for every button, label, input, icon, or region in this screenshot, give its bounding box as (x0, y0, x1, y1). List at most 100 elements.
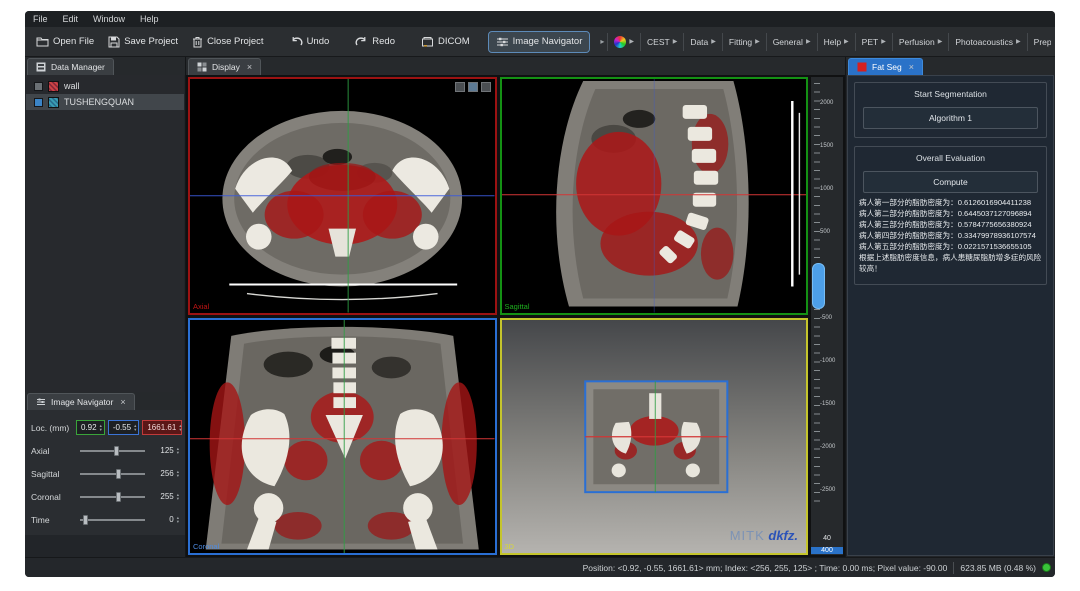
status-bar: Position: <0.92, -0.55, 1661.61> mm; Ind… (25, 557, 1055, 577)
axial-view-label: Axial (193, 302, 209, 311)
location-y-spinbox[interactable]: -0.55▴▾ (108, 420, 140, 435)
visibility-checkbox[interactable] (34, 82, 43, 91)
close-project-button[interactable]: Close Project (185, 32, 271, 52)
image-navigator-button[interactable]: Image Navigator (489, 32, 590, 52)
scale-label: -2500 (820, 487, 842, 493)
spinner-arrows-icon[interactable]: ▴▾ (134, 424, 136, 432)
redo-arrow-icon (355, 36, 368, 48)
slider-thumb[interactable] (83, 515, 88, 525)
sagittal-slider[interactable] (80, 473, 145, 475)
data-node-tushengquan[interactable]: TUSHENGQUAN (26, 94, 184, 110)
close-icon[interactable]: × (909, 62, 914, 72)
redo-button[interactable]: Redo (348, 32, 402, 52)
menu-help[interactable]: Help (140, 14, 159, 24)
axial-viewport[interactable]: Axial (188, 77, 497, 315)
layout-menu-icon[interactable] (468, 82, 478, 92)
time-slider[interactable] (80, 519, 145, 521)
spinner-arrows-icon[interactable]: ▴▾ (177, 516, 179, 524)
sagittal-slider-value: 256 (152, 469, 174, 478)
mitk-logo-text: MITK (730, 528, 765, 543)
location-z-value: 1661.61 (147, 423, 176, 432)
coronal-ct-image (190, 320, 495, 554)
slider-thumb[interactable] (114, 446, 119, 456)
coronal-slider[interactable] (80, 496, 145, 498)
result-line: 病人第三部分的脂肪密度为：0.5784775656380924 (859, 219, 1044, 230)
open-file-button[interactable]: Open File (29, 32, 101, 51)
spinner-arrows-icon[interactable]: ▴▾ (177, 493, 179, 501)
save-project-label: Save Project (124, 36, 178, 47)
level-value[interactable]: 40 (811, 535, 843, 542)
time-slider-label: Time (31, 515, 73, 525)
toolbar-overflow-arrow-icon[interactable]: ▸ (597, 37, 607, 46)
level-window-handle[interactable] (812, 263, 825, 309)
viewport-grid: Axial (186, 75, 845, 557)
compute-button[interactable]: Compute (863, 171, 1038, 193)
display-tab-icon (197, 62, 207, 72)
image-navigator-tab-label: Image Navigator (51, 397, 113, 407)
spinner-arrows-icon[interactable]: ▴▾ (100, 424, 102, 432)
visibility-checkbox[interactable] (34, 98, 43, 107)
location-y-value: -0.55 (113, 423, 131, 432)
open-folder-icon (36, 36, 49, 47)
spinner-arrows-icon[interactable]: ▴▾ (179, 424, 181, 432)
threed-viewport[interactable]: MITK dkfz. 3D (500, 318, 809, 556)
menu-preprocessing[interactable]: Preprocessing▶ (1027, 33, 1051, 51)
menubar: File Edit Window Help (25, 11, 1055, 27)
menu-file[interactable]: File (33, 14, 48, 24)
window-value[interactable]: 400 (811, 547, 843, 554)
coronal-viewport[interactable]: Coronal (188, 318, 497, 556)
menu-perfusion-label: Perfusion (899, 37, 935, 47)
scale-label: -1000 (820, 358, 842, 364)
dicom-folder-icon (421, 36, 434, 48)
menu-general[interactable]: General▶ (766, 33, 817, 51)
menu-fitting[interactable]: Fitting▶ (722, 33, 766, 51)
image-node-icon (48, 81, 59, 92)
close-icon[interactable]: × (247, 62, 252, 72)
fat-seg-tab-icon (857, 62, 867, 72)
dicom-button[interactable]: DICOM (414, 32, 477, 52)
tab-fat-seg[interactable]: Fat Seg × (848, 58, 923, 75)
location-z-spinbox[interactable]: 1661.61▴▾ (142, 420, 182, 435)
undo-arrow-icon (290, 36, 303, 48)
data-manager-icon (36, 62, 46, 72)
start-segmentation-group: Start Segmentation Algorithm 1 (854, 82, 1047, 138)
tab-image-navigator[interactable]: Image Navigator × (27, 393, 135, 410)
image-navigator-label: Image Navigator (513, 36, 583, 47)
sagittal-ct-image (502, 79, 807, 313)
crosshair-toggle-icon[interactable] (455, 82, 465, 92)
data-node-wall[interactable]: wall (26, 78, 184, 94)
overall-evaluation-group: Overall Evaluation Compute 病人第一部分的脂肪密度为：… (854, 146, 1047, 285)
close-icon[interactable]: × (120, 397, 125, 407)
algorithm-1-button[interactable]: Algorithm 1 (863, 107, 1038, 129)
level-window-slider[interactable]: 2000 1500 1000 500 0 -500 -1000 -1500 -2… (811, 77, 843, 555)
spinner-arrows-icon[interactable]: ▴▾ (177, 470, 179, 478)
menu-photoacoustics[interactable]: Photoacoustics▶ (948, 33, 1026, 51)
menu-data-label: Data (690, 37, 708, 47)
menu-window[interactable]: Window (93, 14, 125, 24)
spinner-arrows-icon[interactable]: ▴▾ (177, 447, 179, 455)
sagittal-view-label: Sagittal (505, 302, 530, 311)
menu-help-views[interactable]: Help▶ (817, 33, 855, 51)
sagittal-viewport[interactable]: Sagittal (500, 77, 809, 315)
menu-data[interactable]: Data▶ (683, 33, 722, 51)
axial-slider[interactable] (80, 450, 145, 452)
menu-cest[interactable]: CEST▶ (640, 33, 683, 51)
submenu-arrow-icon: ▶ (711, 38, 716, 45)
slider-thumb[interactable] (116, 469, 121, 479)
save-project-button[interactable]: Save Project (101, 32, 185, 52)
slider-thumb[interactable] (116, 492, 121, 502)
fullscreen-icon[interactable] (481, 82, 491, 92)
redo-label: Redo (372, 36, 395, 47)
menu-edit[interactable]: Edit (63, 14, 79, 24)
menu-perfusion[interactable]: Perfusion▶ (892, 33, 949, 51)
axial-ct-image (190, 79, 495, 313)
tab-data-manager[interactable]: Data Manager (27, 58, 114, 75)
tab-display[interactable]: Display × (188, 58, 261, 75)
submenu-arrow-icon: ▶ (881, 38, 886, 45)
time-slider-value: 0 (152, 515, 174, 524)
location-x-spinbox[interactable]: 0.92▴▾ (76, 420, 105, 435)
undo-button[interactable]: Undo (283, 32, 337, 52)
colormap-menu[interactable]: ▶ (607, 33, 640, 51)
data-node-label: TUSHENGQUAN (64, 97, 134, 107)
menu-pet[interactable]: PET▶ (855, 33, 892, 51)
